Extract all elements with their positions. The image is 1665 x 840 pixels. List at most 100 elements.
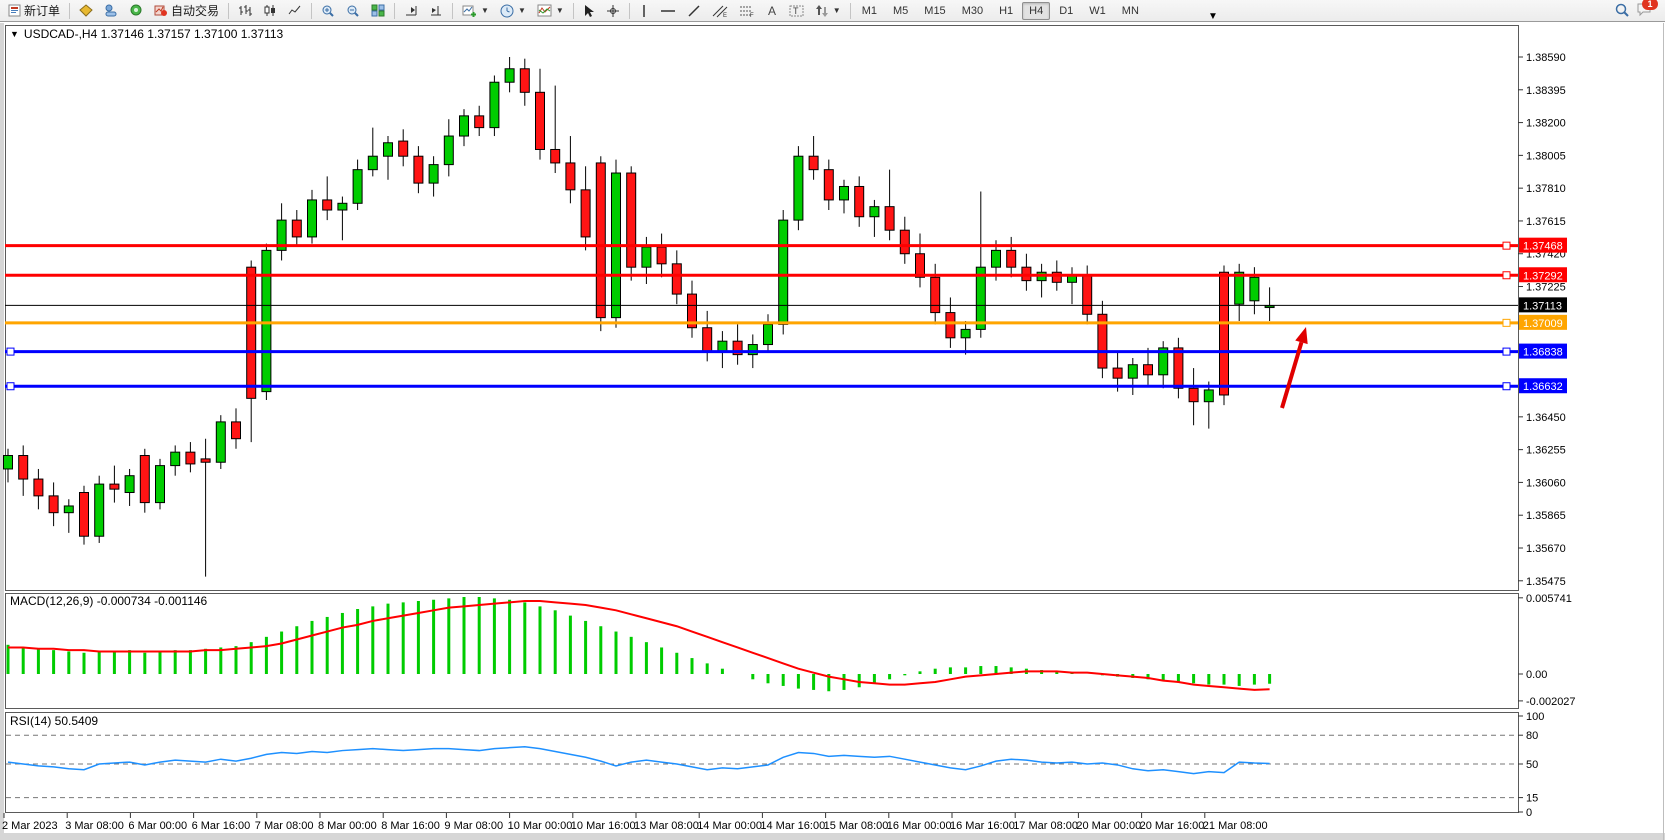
period-button[interactable]: ▼	[495, 0, 531, 21]
main-toolbar: 新订单 自动交易 ▼ ▼	[0, 0, 1665, 22]
crosshair-button[interactable]	[601, 0, 625, 21]
rsi-indicator-label: RSI(14) 50.5409	[10, 714, 98, 728]
auto-scroll-button[interactable]	[399, 0, 423, 21]
channel-icon: E	[712, 4, 728, 18]
new-chart-button[interactable]: ▼	[457, 0, 494, 21]
period-icon	[500, 4, 514, 18]
channel-button[interactable]: E	[707, 0, 733, 21]
svg-text:2 Mar 2023: 2 Mar 2023	[2, 820, 58, 832]
hline-handle[interactable]	[1503, 242, 1510, 249]
divider	[311, 3, 312, 19]
timeframe-M5[interactable]: M5	[886, 2, 915, 20]
svg-text:14 Mar 00:00: 14 Mar 00:00	[697, 820, 762, 832]
new-order-icon	[8, 4, 21, 17]
svg-text:1.37810: 1.37810	[1526, 183, 1566, 195]
chart-title-bar: ▼ USDCAD-,H4 1.37146 1.37157 1.37100 1.3…	[10, 27, 283, 41]
text-button[interactable]: A	[761, 0, 783, 21]
svg-text:1.37009: 1.37009	[1523, 318, 1563, 330]
svg-text:17 Mar 08:00: 17 Mar 08:00	[1013, 820, 1078, 832]
chart-shift-button[interactable]	[424, 0, 448, 21]
timeframe-MN[interactable]: MN	[1115, 2, 1146, 20]
svg-text:1.38395: 1.38395	[1526, 85, 1566, 97]
hline-handle[interactable]	[7, 383, 14, 390]
horizontal-line-button[interactable]	[655, 0, 681, 21]
svg-text:3 Mar 08:00: 3 Mar 08:00	[65, 820, 124, 832]
svg-text:0.005741: 0.005741	[1526, 593, 1572, 605]
trendline-button[interactable]	[682, 0, 706, 21]
candlestick-chart-icon	[263, 4, 277, 17]
notifications-button[interactable]: 1	[1636, 2, 1652, 20]
zoom-in-button[interactable]	[316, 0, 340, 21]
navigator-button[interactable]	[124, 0, 148, 21]
timeframe-H4[interactable]: H4	[1022, 2, 1050, 20]
symbol-dropdown-icon[interactable]: ▼	[10, 29, 19, 39]
autotrading-button[interactable]: 自动交易	[149, 0, 224, 21]
svg-text:1.35475: 1.35475	[1526, 576, 1566, 588]
svg-text:1.38590: 1.38590	[1526, 52, 1566, 64]
svg-text:T: T	[793, 6, 799, 16]
svg-text:1.37113: 1.37113	[1523, 300, 1562, 312]
instruments-button[interactable]	[74, 0, 98, 21]
svg-text:1.36632: 1.36632	[1523, 381, 1563, 393]
zoom-out-button[interactable]	[341, 0, 365, 21]
svg-text:0.00: 0.00	[1526, 669, 1547, 681]
svg-text:100: 100	[1526, 711, 1544, 723]
vertical-line-icon	[639, 4, 649, 18]
timeframe-M1[interactable]: M1	[855, 2, 884, 20]
navigator-icon	[129, 4, 143, 17]
svg-text:8 Mar 00:00: 8 Mar 00:00	[318, 820, 377, 832]
instruments-icon	[79, 4, 93, 17]
cursor-button[interactable]	[578, 0, 600, 21]
window-frame	[0, 23, 1665, 840]
svg-text:1.37225: 1.37225	[1526, 282, 1566, 294]
text-icon: A	[766, 4, 778, 17]
svg-text:13 Mar 08:00: 13 Mar 08:00	[634, 820, 699, 832]
divider	[629, 3, 630, 19]
arrows-button[interactable]: ▼	[810, 0, 846, 21]
svg-text:0: 0	[1526, 807, 1532, 819]
trendline-icon	[687, 4, 701, 18]
hline-handle[interactable]	[1503, 348, 1510, 355]
arrows-icon	[815, 4, 829, 18]
timeframe-M30[interactable]: M30	[955, 2, 990, 20]
zoom-out-icon	[346, 4, 360, 18]
hline-handle[interactable]	[1503, 383, 1510, 390]
search-icon	[1615, 3, 1630, 18]
hline-handle[interactable]	[1503, 272, 1510, 279]
bar-chart-icon	[238, 4, 252, 17]
svg-text:1.37292: 1.37292	[1523, 270, 1563, 282]
timeframe-D1[interactable]: D1	[1052, 2, 1080, 20]
timeframe-W1[interactable]: W1	[1082, 2, 1113, 20]
macd-indicator-label: MACD(12,26,9) -0.000734 -0.001146	[10, 594, 207, 608]
bar-chart-button[interactable]	[233, 0, 257, 21]
svg-text:10 Mar 16:00: 10 Mar 16:00	[571, 820, 636, 832]
auto-scroll-icon	[404, 4, 418, 17]
svg-text:8 Mar 16:00: 8 Mar 16:00	[381, 820, 440, 832]
line-chart-button[interactable]	[283, 0, 307, 21]
hline-handle[interactable]	[7, 348, 14, 355]
timeframe-H1[interactable]: H1	[992, 2, 1020, 20]
text-label-button[interactable]: T	[784, 0, 809, 21]
svg-text:21 Mar 08:00: 21 Mar 08:00	[1203, 820, 1268, 832]
chart-canvas[interactable]: 1.385901.383951.382001.380051.378101.376…	[0, 0, 1665, 840]
candlestick-chart-button[interactable]	[258, 0, 282, 21]
svg-text:1.36450: 1.36450	[1526, 412, 1566, 424]
data-window-button[interactable]	[99, 0, 123, 21]
svg-text:F: F	[750, 13, 754, 18]
search-button[interactable]	[1610, 0, 1635, 21]
divider	[850, 3, 851, 19]
new-order-button[interactable]: 新订单	[3, 0, 65, 21]
new-order-label: 新订单	[24, 2, 60, 19]
cursor-icon	[583, 4, 595, 18]
toolbar-overflow-icon[interactable]: ▼	[1208, 11, 1218, 22]
fibonacci-button[interactable]: F	[734, 0, 760, 21]
hline-handle[interactable]	[1503, 319, 1510, 326]
tile-windows-button[interactable]	[366, 0, 390, 21]
svg-text:7 Mar 08:00: 7 Mar 08:00	[255, 820, 314, 832]
indicators-button[interactable]: ▼	[532, 0, 569, 21]
fibonacci-icon: F	[739, 4, 755, 18]
svg-text:20 Mar 00:00: 20 Mar 00:00	[1076, 820, 1141, 832]
crosshair-icon	[606, 4, 620, 18]
timeframe-M15[interactable]: M15	[917, 2, 952, 20]
vertical-line-button[interactable]	[634, 0, 654, 21]
